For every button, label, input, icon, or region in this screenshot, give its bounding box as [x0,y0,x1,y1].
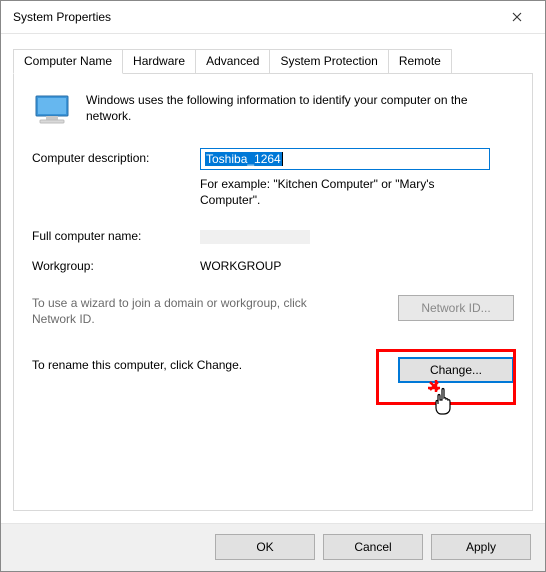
cancel-button[interactable]: Cancel [323,534,423,560]
network-id-hint: To use a wizard to join a domain or work… [32,295,332,327]
dialog-footer: OK Cancel Apply [1,523,545,571]
change-row: To rename this computer, click Change. C… [32,357,514,383]
computer-icon [32,94,72,130]
close-button[interactable] [497,3,537,31]
tab-computer-name[interactable]: Computer Name [13,49,123,74]
ok-button[interactable]: OK [215,534,315,560]
description-input-wrap: Toshiba_1264 [200,148,490,170]
tab-remote[interactable]: Remote [388,49,452,74]
label-full-name: Full computer name: [32,226,200,243]
example-text: For example: "Kitchen Computer" or "Mary… [200,176,490,208]
content-area: Computer Name Hardware Advanced System P… [1,34,545,523]
titlebar: System Properties [1,1,545,34]
apply-button[interactable]: Apply [431,534,531,560]
tab-strip: Computer Name Hardware Advanced System P… [13,48,533,73]
network-id-row: To use a wizard to join a domain or work… [32,295,514,327]
tab-advanced[interactable]: Advanced [195,49,270,74]
tab-system-protection[interactable]: System Protection [269,49,388,74]
value-full-name [200,226,514,244]
intro-text: Windows uses the following information t… [86,92,514,124]
label-description: Computer description: [32,148,200,165]
value-workgroup: WORKGROUP [200,256,514,273]
text-caret [282,152,283,166]
tab-panel-computer-name: Windows uses the following information t… [13,73,533,511]
label-workgroup: Workgroup: [32,256,200,273]
close-icon [512,12,522,22]
change-button[interactable]: Change... [398,357,514,383]
tab-hardware[interactable]: Hardware [122,49,196,74]
intro-row: Windows uses the following information t… [32,92,514,130]
window-title: System Properties [13,10,111,24]
row-workgroup: Workgroup: WORKGROUP [32,256,514,273]
computer-description-input[interactable]: Toshiba_1264 [200,148,490,170]
cursor-overlay [426,378,460,421]
row-description: Computer description: Toshiba_1264 [32,148,514,170]
full-name-redacted [200,230,310,244]
description-input-value: Toshiba_1264 [205,152,282,166]
change-hint: To rename this computer, click Change. [32,357,242,373]
system-properties-window: System Properties Computer Name Hardware… [0,0,546,572]
network-id-button: Network ID... [398,295,514,321]
row-full-name: Full computer name: [32,226,514,244]
